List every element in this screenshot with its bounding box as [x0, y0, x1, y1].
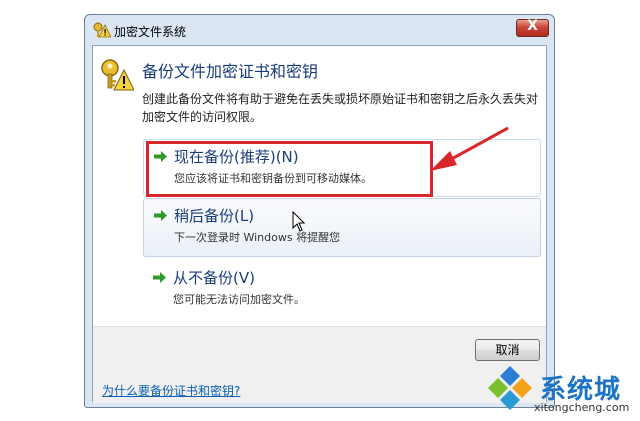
- red-annotation-arrow-icon: [430, 126, 509, 171]
- watermark-url: xitongcheng.com: [534, 401, 630, 414]
- mouse-cursor-icon: [292, 211, 306, 232]
- watermark-logo-icon: [488, 366, 532, 410]
